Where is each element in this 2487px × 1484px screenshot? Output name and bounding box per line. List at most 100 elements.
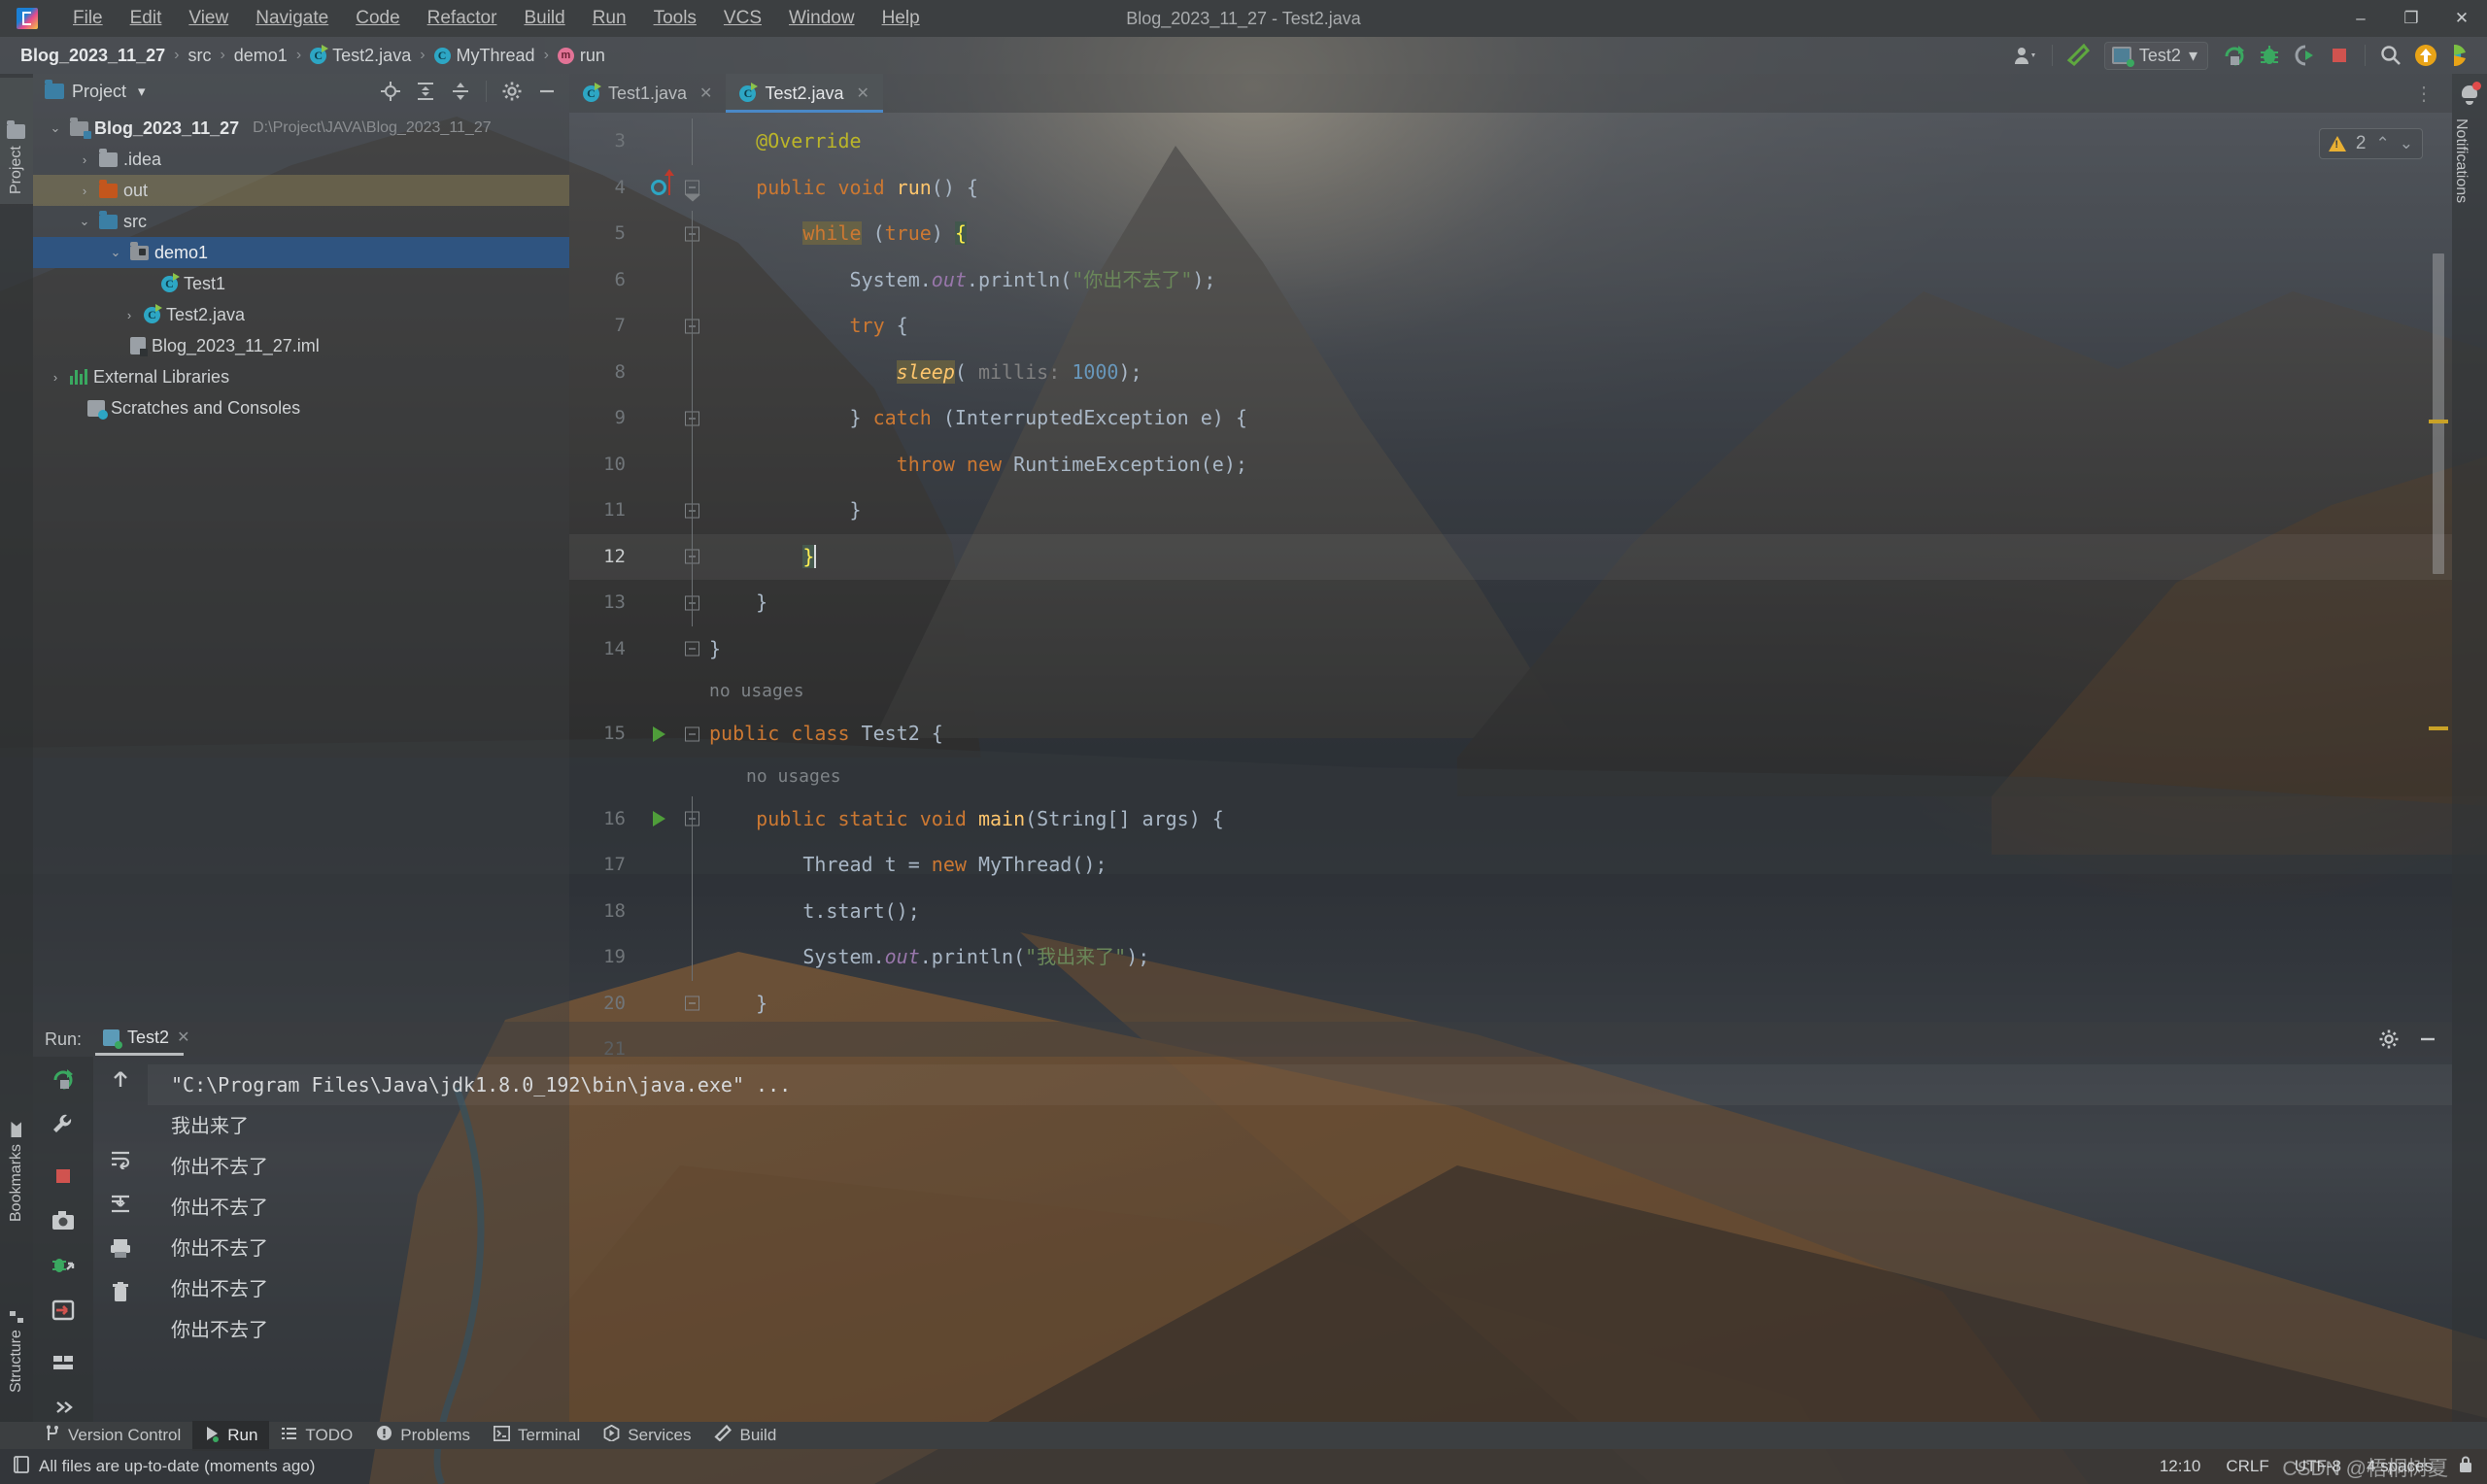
code-line-6[interactable]: 6 System.out.println("你出不去了"); [569, 256, 2452, 303]
breadcrumb-item-demo1[interactable]: demo1 [227, 43, 294, 69]
chevron-down-icon[interactable]: ▾ [2189, 46, 2197, 66]
bottom-tab-todo[interactable]: TODO [269, 1422, 364, 1450]
camera-snapshot-icon[interactable] [33, 1198, 93, 1243]
coverage-run-icon[interactable] [2288, 41, 2321, 70]
run-gutter-icon[interactable] [653, 811, 665, 827]
gutter-marks[interactable] [643, 442, 676, 489]
gutter-marks[interactable] [643, 842, 676, 889]
fold-region[interactable] [676, 488, 709, 534]
bottom-tab-problems[interactable]: Problems [364, 1421, 482, 1450]
console-side-toolbar[interactable] [93, 1057, 148, 1422]
gutter-marks[interactable] [643, 211, 676, 257]
build-hammer-icon[interactable] [2061, 41, 2095, 70]
gutter-marks[interactable] [643, 981, 676, 1028]
gutter-marks[interactable] [643, 711, 676, 758]
code-line-17[interactable]: 17 Thread t = new MyThread(); [569, 842, 2452, 889]
console-output[interactable]: "C:\Program Files\Java\jdk1.8.0_192\bin\… [148, 1057, 2452, 1422]
menu-file[interactable]: File [59, 3, 117, 34]
window-close-button[interactable]: ✕ [2436, 0, 2487, 37]
menu-help[interactable]: Help [869, 3, 934, 34]
fold-collapse-icon[interactable] [685, 641, 699, 657]
tree-node-test1[interactable]: C Test1 [33, 268, 569, 299]
tree-node-idea[interactable]: › .idea [33, 144, 569, 175]
sidebar-item-structure[interactable]: Structure [0, 1247, 33, 1402]
gutter-marks[interactable] [643, 934, 676, 981]
run-gutter-icon[interactable] [653, 725, 665, 742]
gutter-marks[interactable] [643, 118, 676, 165]
breadcrumb-item-run[interactable]: m run [551, 43, 612, 69]
fold-region[interactable] [676, 395, 709, 442]
code-line-3[interactable]: 3 @Override [569, 118, 2452, 165]
chevron-down-icon[interactable]: ⌄ [47, 120, 64, 136]
tree-node-test2java[interactable]: › C Test2.java [33, 299, 569, 330]
breadcrumb-item-project[interactable]: Blog_2023_11_27 [14, 43, 172, 69]
breadcrumb-item-mythread[interactable]: C MyThread [427, 43, 542, 69]
run-panel-tab-test2[interactable]: Test2 ✕ [95, 1024, 197, 1056]
fold-region[interactable] [676, 795, 709, 842]
print-icon[interactable] [93, 1226, 148, 1270]
menu-tools[interactable]: Tools [640, 3, 710, 34]
editor-tab-test2java[interactable]: C Test2.java ✕ [726, 74, 884, 113]
editor-scrollbar-thumb[interactable] [2433, 253, 2444, 574]
code-line-10[interactable]: 10 throw new RuntimeException(e); [569, 441, 2452, 489]
gear-icon[interactable] [495, 77, 528, 106]
bell-icon[interactable] [2460, 82, 2481, 105]
breadcrumb[interactable]: Blog_2023_11_27 › src › demo1 › C Test2.… [14, 43, 612, 69]
bottom-tab-run[interactable]: Run [192, 1420, 270, 1451]
inlay-hint-no-usages[interactable]: no usages [709, 754, 2452, 800]
fold-region[interactable] [676, 842, 709, 889]
code-line-8[interactable]: 8 sleep( millis: 1000); [569, 349, 2452, 396]
sidebar-item-bookmarks[interactable]: Bookmarks [0, 1076, 33, 1231]
code-line-4[interactable]: 4 public void run() { [569, 165, 2452, 212]
fold-region[interactable] [676, 981, 709, 1028]
next-problem-icon[interactable]: ⌄ [2400, 134, 2413, 153]
gutter-marks[interactable] [643, 580, 676, 626]
fold-region[interactable] [676, 118, 709, 165]
close-icon[interactable]: ✕ [857, 84, 869, 103]
fold-collapse-icon[interactable] [685, 995, 699, 1011]
rerun-icon[interactable] [2218, 41, 2251, 70]
fold-region[interactable] [676, 533, 709, 580]
bottom-tab-services[interactable]: Services [592, 1421, 702, 1450]
menu-refactor[interactable]: Refactor [414, 3, 511, 34]
error-stripe-marker-warning[interactable] [2429, 420, 2448, 423]
chevron-right-icon[interactable]: › [47, 370, 64, 385]
close-icon[interactable]: ✕ [177, 1028, 189, 1047]
tree-node-external-libraries[interactable]: › External Libraries [33, 361, 569, 392]
expand-all-icon[interactable] [409, 77, 442, 106]
stop-icon[interactable] [2323, 41, 2356, 70]
breadcrumb-item-src[interactable]: src [181, 43, 218, 69]
menu-view[interactable]: View [175, 3, 242, 34]
code-line-13[interactable]: 13 } [569, 580, 2452, 626]
menu-code[interactable]: Code [342, 3, 413, 34]
code-content[interactable]: 3 @Override 4 public void run() {5 whil… [569, 113, 2452, 1073]
tree-node-demo1[interactable]: ⌄ demo1 [33, 237, 569, 268]
project-panel-actions[interactable] [374, 77, 563, 106]
gutter-marks[interactable] [643, 534, 676, 581]
fold-region[interactable] [676, 211, 709, 257]
inspections-widget[interactable]: 2 ⌃ ⌄ [2318, 128, 2423, 159]
fold-region[interactable] [676, 441, 709, 488]
gutter-marks[interactable] [643, 626, 676, 673]
run-configuration-selector[interactable]: Test2 ▾ [2103, 41, 2208, 70]
rerun-icon[interactable] [33, 1057, 93, 1101]
gutter-marks[interactable] [643, 350, 676, 396]
code-line-19[interactable]: 19 System.out.println("我出来了"); [569, 934, 2452, 981]
chevron-down-icon[interactable]: ⌄ [107, 245, 124, 260]
chevron-right-icon[interactable]: › [120, 308, 138, 322]
tree-node-src[interactable]: ⌄ src [33, 206, 569, 237]
chevron-down-icon[interactable]: ⌄ [76, 214, 93, 229]
fold-region[interactable] [676, 711, 709, 758]
fold-region[interactable] [676, 580, 709, 626]
close-icon[interactable]: ✕ [699, 84, 712, 103]
soft-wrap-icon[interactable] [93, 1136, 148, 1181]
gutter-marks[interactable] [643, 488, 676, 534]
fold-region[interactable] [676, 626, 709, 673]
fold-region[interactable] [676, 256, 709, 303]
layout-icon[interactable] [33, 1340, 93, 1385]
code-line-11[interactable]: 11 } [569, 488, 2452, 534]
ide-assistant-icon[interactable] [2444, 41, 2477, 70]
menu-run[interactable]: Run [579, 3, 640, 34]
code-line-15[interactable]: 15 public class Test2 { [569, 711, 2452, 758]
collapse-all-icon[interactable] [444, 77, 477, 106]
